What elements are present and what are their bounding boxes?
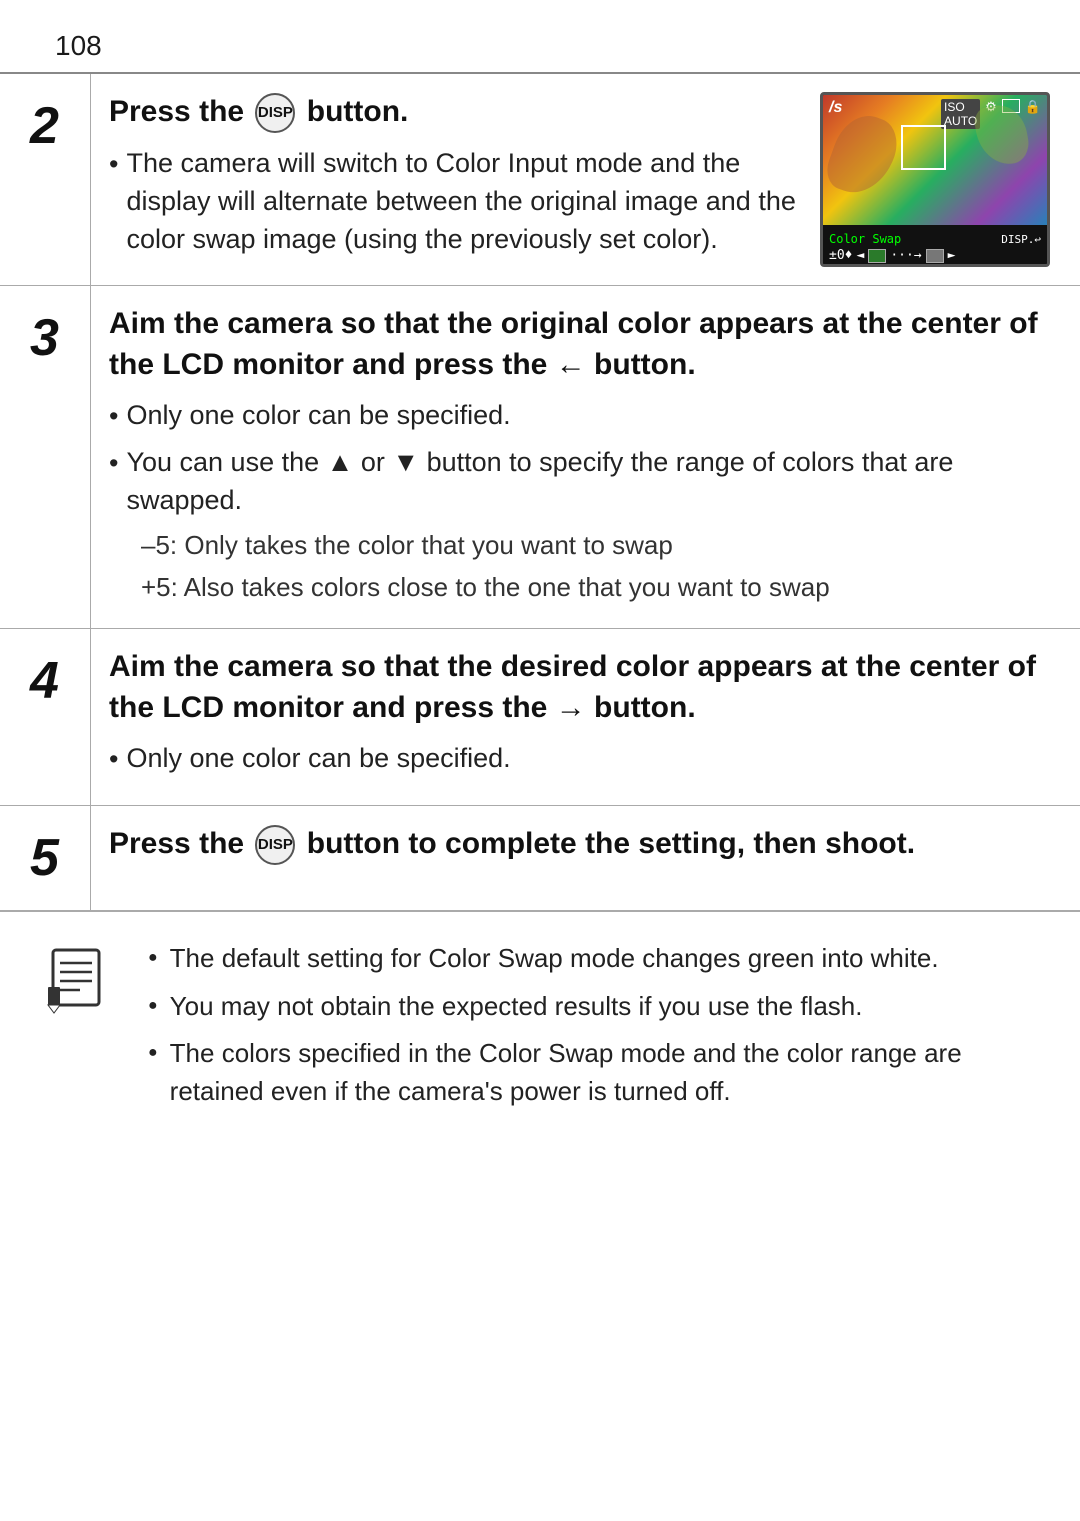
step-2-row: 2 Press the DISP button. The camera will… [0, 74, 1080, 286]
lcd-photo: /s ISOAUTO ⚙ 🔒 [823, 95, 1047, 225]
memo-icon-svg [45, 945, 115, 1015]
lcd-controls: ±0♦ ◄ ···→ ► [829, 248, 1041, 263]
lcd-label-row: Color Swap DISP.↩ [829, 232, 1041, 246]
step-3-row: 3 Aim the camera so that the original co… [0, 286, 1080, 629]
notes-section: The default setting for Color Swap mode … [0, 911, 1080, 1149]
step-2-bullet-1: The camera will switch to Color Input mo… [109, 145, 800, 258]
note-3: The colors specified in the Color Swap m… [148, 1035, 1040, 1110]
lcd-dots-arrow: ···→ [890, 248, 921, 263]
lcd-focus-square [901, 125, 946, 170]
step-3-bullet-1: Only one color can be specified. [109, 397, 1050, 436]
note-1: The default setting for Color Swap mode … [148, 940, 1040, 978]
lcd-disp-label: DISP.↩ [1001, 233, 1041, 246]
lcd-speed-icon: /s [829, 99, 842, 117]
page-number: 108 [0, 30, 1080, 74]
notes-text: The default setting for Color Swap mode … [148, 940, 1040, 1121]
step-4-row: 4 Aim the camera so that the desired col… [0, 629, 1080, 806]
step-2-number: 2 [0, 74, 90, 285]
lcd-left-arrow: ◄ [856, 248, 864, 263]
step-5-title: Press the DISP button to complete the se… [109, 824, 1050, 865]
step-4-title: Aim the camera so that the desired color… [109, 647, 1050, 728]
step-3-bullet-2: You can use the ▲ or ▼ button to specify… [109, 444, 1050, 520]
page-container: 108 2 Press the DISP button. The camera … [0, 0, 1080, 1521]
lcd-flower-shape [821, 107, 905, 203]
lcd-color-box-2 [926, 249, 944, 263]
lcd-pm-icon: ±0♦ [829, 248, 852, 263]
lcd-color-box-1 [868, 249, 886, 263]
step-2-title: Press the DISP button. [109, 92, 800, 133]
step-4-content: Aim the camera so that the desired color… [90, 629, 1080, 805]
step-3-sub-1: –5: Only takes the color that you want t… [109, 527, 1050, 563]
note-2: You may not obtain the expected results … [148, 988, 1040, 1026]
step-4-bullet-1: Only one color can be specified. [109, 740, 1050, 779]
step-3-sub-2: +5: Also takes colors close to the one t… [109, 569, 1050, 605]
step-2-text: Press the DISP button. The camera will s… [109, 92, 800, 266]
step-4-number: 4 [0, 629, 90, 805]
disp-button-step5: DISP [255, 825, 295, 865]
lcd-color-swap-label: Color Swap [829, 232, 901, 246]
step-2-content: Press the DISP button. The camera will s… [90, 74, 1080, 285]
disp-button-step2: DISP [255, 93, 295, 133]
step-3-content: Aim the camera so that the original colo… [90, 286, 1080, 628]
step-5-row: 5 Press the DISP button to complete the … [0, 806, 1080, 911]
notes-icon [40, 940, 120, 1020]
lcd-bottom-bar: Color Swap DISP.↩ ±0♦ ◄ ···→ ► [823, 225, 1047, 267]
lcd-right-arrow: ► [948, 248, 956, 263]
camera-lcd-image: /s ISOAUTO ⚙ 🔒 [820, 92, 1050, 267]
step-3-number: 3 [0, 286, 90, 628]
lcd-lock-icon: 🔒 [1025, 99, 1041, 129]
step-5-content: Press the DISP button to complete the se… [90, 806, 1080, 910]
step-3-title: Aim the camera so that the original colo… [109, 304, 1050, 385]
step-5-number: 5 [0, 806, 90, 910]
